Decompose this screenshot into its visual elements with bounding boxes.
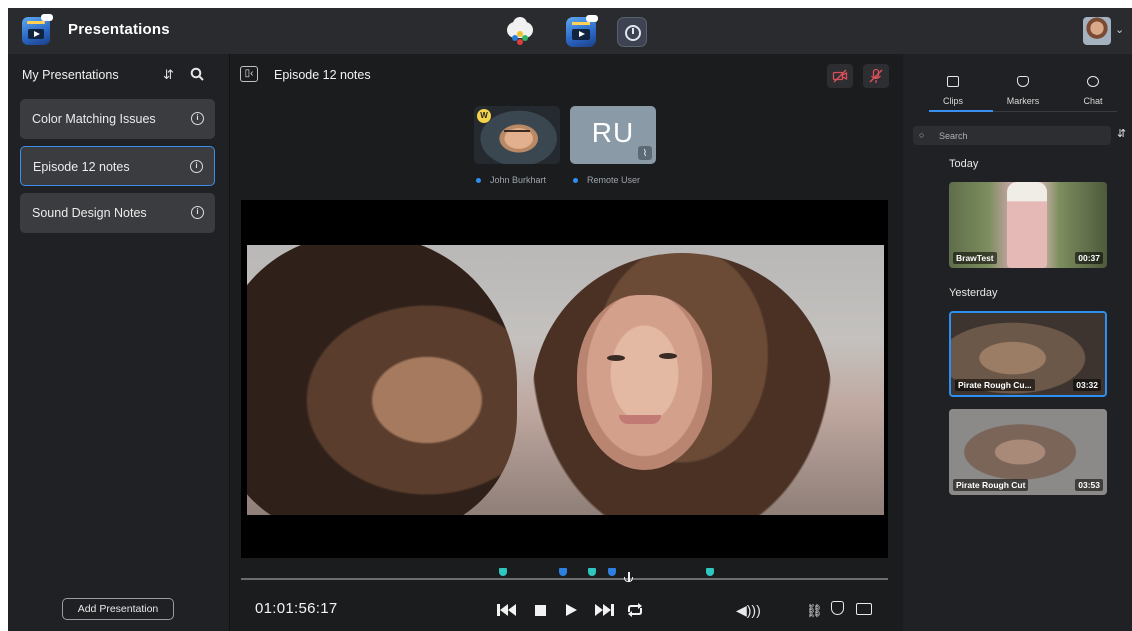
participant-badge: W [477,109,491,123]
settings-clock-icon[interactable] [617,17,647,47]
camera-off-button[interactable] [827,64,853,88]
top-bar: Presentations ⌄ [8,8,1132,54]
app-title: Presentations [68,21,170,38]
presentation-item-sound-design-notes[interactable]: Sound Design Notes i [20,193,215,233]
clip-pirate-rough-cut-1[interactable]: Pirate Rough Cu... 03:32 [949,311,1107,397]
tab-label: Markers [1006,96,1040,106]
presentations-sidebar: My Presentations ⇵ Color Matching Issues… [8,54,230,631]
presentation-item-episode-12-notes[interactable]: Episode 12 notes i [20,146,215,186]
presentations-app-icon[interactable] [566,15,598,47]
user-avatar[interactable] [1083,17,1111,45]
presentation-item-label: Sound Design Notes [32,206,147,220]
info-icon[interactable]: i [190,160,203,173]
sort-icon[interactable]: ⇵ [163,67,174,83]
mic-off-icon [869,68,883,83]
presentations-app-window: Presentations ⌄ My Presentations ⇵ Color… [8,8,1132,631]
sidebar-title: My Presentations [22,68,119,82]
tab-markers[interactable]: Markers [993,74,1053,106]
participant-name-label: John Burkhart [490,175,547,185]
clip-pirate-rough-cut-2[interactable]: Pirate Rough Cut 03:53 [949,409,1107,495]
timeline-marker[interactable] [706,568,715,576]
info-icon[interactable]: i [191,206,204,219]
participant-tile-remote-user[interactable]: RU ⌇ [570,106,656,164]
info-icon[interactable]: i [191,112,204,125]
timeline-scrubber[interactable] [241,578,888,580]
fullscreen-icon[interactable] [856,603,872,615]
timeline-marker[interactable] [499,568,508,576]
skip-forward-icon[interactable] [593,602,615,618]
video-player[interactable] [241,200,888,558]
timeline-marker[interactable] [588,568,597,576]
video-frame-image [247,245,884,515]
marker-icon [1017,76,1029,87]
presentation-title: Episode 12 notes [274,68,371,82]
tab-label: Chat [1083,96,1103,106]
search-icon[interactable] [190,67,204,81]
search-input[interactable] [939,128,1104,143]
chevron-down-icon[interactable]: ⌄ [1115,23,1124,36]
tab-clips[interactable]: Clips [923,74,983,106]
mic-off-button[interactable] [863,64,889,88]
participant-name-label: Remote User [587,175,641,185]
camera-off-icon [832,69,848,83]
cloud-icon[interactable] [505,17,535,47]
stop-icon[interactable] [534,602,548,618]
group-label-today: Today [949,158,979,170]
chat-icon [1087,76,1099,87]
clip-duration: 03:53 [1075,479,1103,491]
play-icon[interactable] [564,602,578,618]
loop-icon[interactable] [625,602,645,618]
clip-search[interactable]: ○ [913,126,1111,145]
clip-name: BrawTest [953,252,997,264]
presentation-item-label: Color Matching Issues [32,112,156,126]
clip-duration: 00:37 [1075,252,1103,264]
group-label-yesterday: Yesterday [949,287,998,299]
timeline-marker[interactable] [558,568,567,576]
volume-icon[interactable]: ◀))) [736,602,761,619]
playhead-handle[interactable] [624,577,634,582]
tab-label: Clips [942,96,963,106]
sort-icon[interactable]: ⇵ [1117,127,1126,140]
clip-brawtest[interactable]: BrawTest 00:37 [949,182,1107,268]
timecode: 01:01:56:17 [255,600,338,617]
clips-panel: Clips Markers Chat ○ ⇵ Today BrawTest 00… [903,54,1132,631]
presentations-app-icon [22,14,53,45]
clip-figure [1007,182,1047,268]
timeline-marker[interactable] [607,568,616,576]
participant-name-remote: Remote User [573,175,640,185]
participant-tile-john-burkhart[interactable]: W [474,106,560,164]
search-icon: ○ [919,130,925,140]
marker-icon[interactable] [831,601,844,615]
sidebar-collapse-icon[interactable]: ▯‹ [240,66,258,82]
clip-name: Pirate Rough Cut [953,479,1029,491]
add-presentation-button[interactable]: Add Presentation [62,598,174,620]
participant-initials: RU [591,117,635,148]
clips-icon [947,76,959,87]
link-icon[interactable]: ⛓ [806,603,823,619]
presentation-item-label: Episode 12 notes [33,160,130,174]
mic-icon: ⌇ [638,146,652,160]
tab-chat[interactable]: Chat [1063,74,1123,106]
skip-back-icon[interactable] [496,602,518,618]
presentation-viewer: ▯‹ Episode 12 notes W RU ⌇ John Burkhart… [231,54,896,631]
presentation-item-color-matching-issues[interactable]: Color Matching Issues i [20,99,215,139]
clip-duration: 03:32 [1073,379,1101,391]
participant-name-john: John Burkhart [476,175,546,185]
active-tab-indicator [929,110,993,112]
clip-name: Pirate Rough Cu... [955,379,1035,391]
